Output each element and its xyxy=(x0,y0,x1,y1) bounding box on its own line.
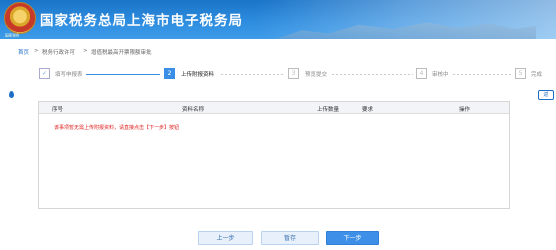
breadcrumb: 首页 > 税务行政许可 > 增值税最高开票限额审批 返 xyxy=(0,44,556,100)
column-header-count: 上传数量 xyxy=(317,107,340,113)
step-1-label: 填写申报表 xyxy=(55,72,83,78)
site-header: 国家税务 国家税务总局上海市电子税务局 xyxy=(0,0,556,39)
step-2-label: 上传附报资料 xyxy=(181,72,215,78)
step-2-number: 2 xyxy=(164,68,175,79)
step-5-label: 完成 xyxy=(531,72,543,78)
table-header: 序号 资料名称 上传数量 要求 操作 xyxy=(39,102,509,114)
tax-emblem-icon xyxy=(4,2,36,34)
location-pin-icon xyxy=(9,91,14,98)
column-header-index: 序号 xyxy=(52,107,64,113)
prev-step-button[interactable]: 上一步 xyxy=(198,231,253,245)
step-progress: ✓ 填写申报表 2 上传附报资料 3 预览提交 4 审核中 5 完成 xyxy=(0,65,556,85)
breadcrumb-admin-permit[interactable]: 税务行政许可 xyxy=(42,48,75,56)
step-connector-1 xyxy=(86,74,160,75)
attachments-table: 序号 资料名称 上传数量 要求 操作 该事项暂无需上传附报资料，请直接点击【下一… xyxy=(38,101,510,209)
step-1-check-icon: ✓ xyxy=(39,68,50,79)
back-button[interactable]: 返 xyxy=(538,90,554,100)
step-3-number: 3 xyxy=(288,68,299,79)
step-5-number: 5 xyxy=(515,68,526,79)
step-3-label: 预览提交 xyxy=(305,72,328,78)
step-connector-4 xyxy=(453,74,511,75)
column-header-requirement: 要求 xyxy=(362,107,374,113)
column-header-name: 资料名称 xyxy=(182,107,205,113)
column-header-actions: 操作 xyxy=(459,107,471,113)
save-draft-button[interactable]: 暂存 xyxy=(261,231,319,245)
step-4-label: 审核中 xyxy=(432,72,449,78)
back-button-label: 返 xyxy=(543,92,549,98)
no-attachments-notice: 该事项暂无需上传附报资料，请直接点击【下一步】按钮 xyxy=(54,125,180,131)
breadcrumb-current: 增值税最高开票限额审批 xyxy=(91,50,152,56)
site-title: 国家税务总局上海市电子税务局 xyxy=(40,13,243,29)
step-4-number: 4 xyxy=(416,68,427,79)
step-connector-2 xyxy=(221,74,284,75)
breadcrumb-home[interactable]: 首页 xyxy=(18,48,29,56)
emblem-label: 国家税务 xyxy=(5,33,20,38)
step-connector-3 xyxy=(332,74,413,75)
breadcrumb-separator: > xyxy=(34,48,39,54)
next-step-button[interactable]: 下一步 xyxy=(326,231,379,245)
breadcrumb-separator: > xyxy=(83,48,88,54)
